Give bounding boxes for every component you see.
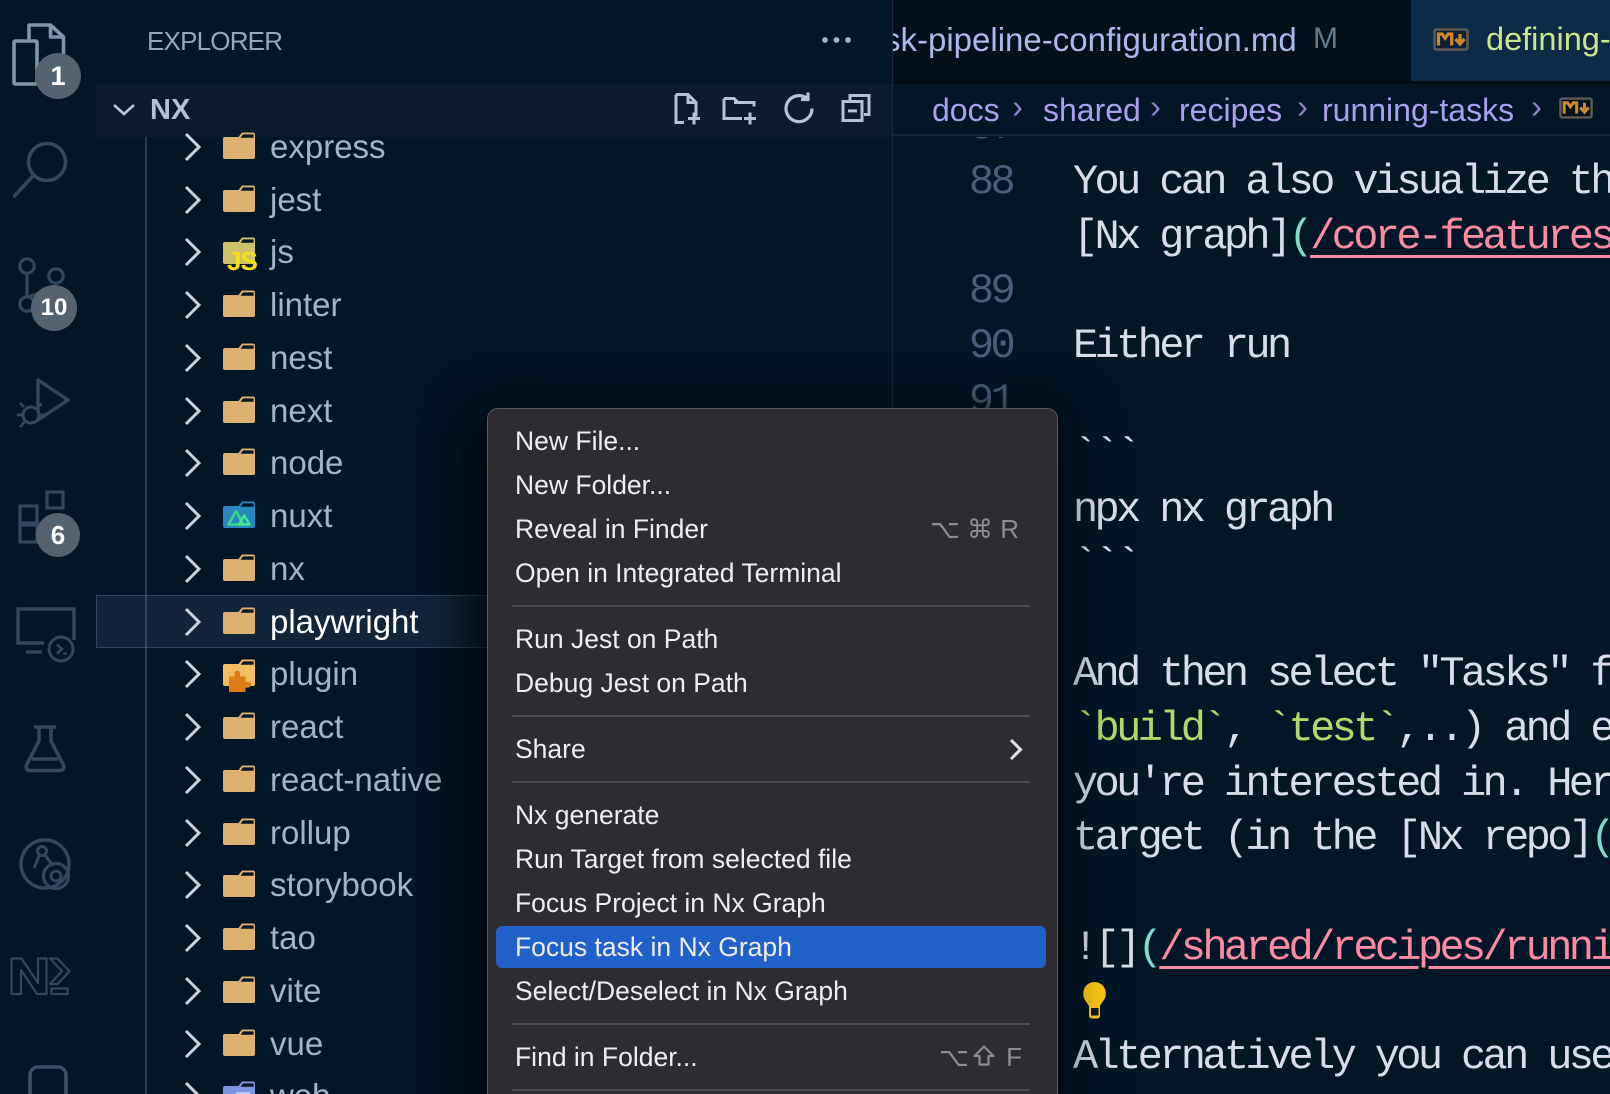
svg-text:JS: JS bbox=[227, 246, 257, 276]
